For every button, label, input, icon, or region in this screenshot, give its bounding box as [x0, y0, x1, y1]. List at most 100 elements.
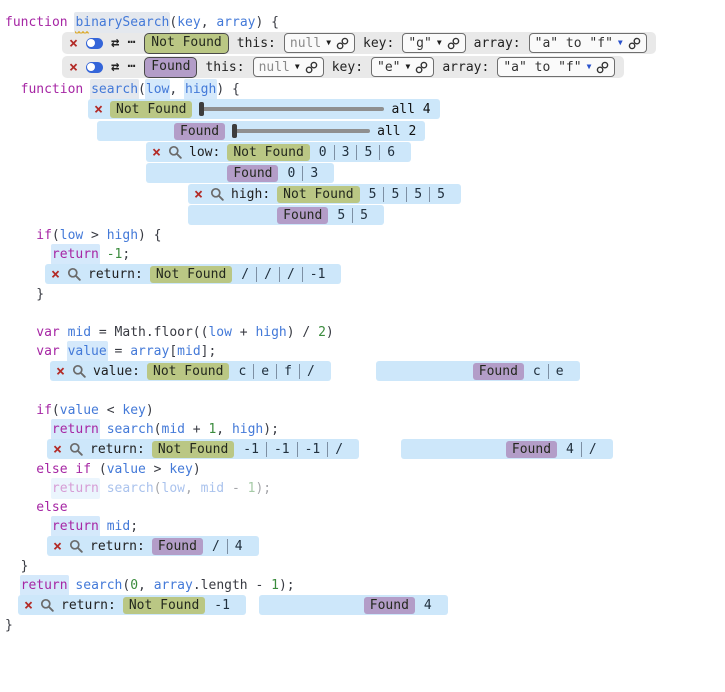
- array-dropdown[interactable]: "a" to "f"▼: [529, 33, 647, 53]
- result-badge-not-found[interactable]: Not Found: [144, 33, 228, 54]
- link-icon[interactable]: [596, 61, 609, 74]
- magnifier-icon[interactable]: [168, 145, 182, 159]
- probe-value: 0: [317, 145, 334, 160]
- iteration-slider[interactable]: [232, 124, 370, 138]
- magnifier-icon[interactable]: [69, 539, 83, 553]
- result-badge-not-found[interactable]: Not Found: [110, 101, 192, 118]
- code-token: [68, 576, 76, 595]
- code-token: mid: [162, 420, 185, 439]
- result-badge-found[interactable]: Found: [506, 441, 557, 458]
- code-token-highlighted[interactable]: return: [51, 478, 100, 499]
- probe-row: × return: Not Found -1: [18, 595, 246, 615]
- swap-arguments-icon[interactable]: ⇄: [111, 36, 119, 50]
- close-icon[interactable]: ×: [53, 539, 62, 553]
- code-line: }: [5, 616, 725, 635]
- close-icon[interactable]: ×: [152, 145, 161, 159]
- probe-value: /: [279, 267, 302, 282]
- probe-value: -1: [212, 598, 237, 613]
- result-badge-found[interactable]: Found: [174, 123, 225, 140]
- result-badge-found[interactable]: Found: [473, 363, 524, 380]
- this-dropdown[interactable]: null▼: [284, 33, 355, 53]
- enable-toggle[interactable]: [86, 38, 103, 49]
- code-token: ): [193, 460, 201, 479]
- probe-widget: ×return:Not Found///-1: [5, 264, 725, 285]
- close-icon[interactable]: ×: [69, 36, 78, 50]
- link-icon[interactable]: [628, 37, 641, 50]
- code-token: <: [99, 401, 122, 420]
- code-token: =: [107, 342, 130, 361]
- code-token: search: [75, 576, 122, 595]
- close-icon[interactable]: ×: [24, 598, 33, 612]
- key-dropdown[interactable]: "g"▼: [402, 33, 465, 53]
- magnifier-icon[interactable]: [69, 442, 83, 456]
- result-badge-found[interactable]: Found: [144, 57, 197, 78]
- close-icon[interactable]: ×: [194, 187, 203, 201]
- dropdown-value: null: [290, 36, 321, 51]
- code-token-highlighted[interactable]: return: [51, 244, 100, 265]
- code-token-highlighted[interactable]: return: [20, 575, 69, 596]
- more-options-icon[interactable]: ⋯: [127, 36, 136, 50]
- dropdown-value: "a" to "f": [503, 60, 581, 75]
- code-token-highlighted[interactable]: binarySearch: [74, 12, 170, 33]
- code-token: else: [36, 460, 67, 479]
- result-badge-not-found[interactable]: Not Found: [152, 441, 234, 458]
- slider-handle[interactable]: [199, 102, 204, 116]
- close-icon[interactable]: ×: [94, 102, 103, 116]
- link-icon[interactable]: [415, 61, 428, 74]
- code-token: value: [107, 460, 146, 479]
- magnifier-icon[interactable]: [210, 187, 224, 201]
- code-token-highlighted[interactable]: search: [90, 79, 139, 100]
- code-line: return mid;: [5, 517, 725, 536]
- code-token: 1: [271, 576, 279, 595]
- code-token: [68, 460, 76, 479]
- result-badge-not-found[interactable]: Not Found: [147, 363, 229, 380]
- result-badge-not-found[interactable]: Not Found: [227, 144, 309, 161]
- this-dropdown[interactable]: null▼: [253, 57, 324, 77]
- result-badge-found[interactable]: Found: [227, 165, 278, 182]
- close-icon[interactable]: ×: [56, 364, 65, 378]
- slider-handle[interactable]: [232, 124, 237, 138]
- code-line: function search(low, high) {: [5, 80, 725, 99]
- close-icon[interactable]: ×: [53, 442, 62, 456]
- code-token: 2: [318, 323, 326, 342]
- array-dropdown[interactable]: "a" to "f" ▼: [497, 57, 615, 77]
- code-line: if(value < key): [5, 401, 725, 420]
- more-options-icon[interactable]: ⋯: [127, 60, 136, 74]
- code-line: }: [5, 285, 725, 304]
- code-token-highlighted[interactable]: low: [145, 79, 170, 100]
- result-badge-not-found[interactable]: Not Found: [150, 266, 232, 283]
- probe-label: return:: [61, 598, 116, 613]
- result-badge-found[interactable]: Found: [277, 207, 328, 224]
- enable-toggle[interactable]: [86, 62, 103, 73]
- link-icon[interactable]: [447, 37, 460, 50]
- swap-arguments-icon[interactable]: ⇄: [111, 60, 119, 74]
- magnifier-icon[interactable]: [40, 598, 54, 612]
- code-token: mid: [107, 517, 130, 536]
- value-list: cef/: [236, 364, 321, 379]
- code-token-highlighted[interactable]: high: [184, 79, 217, 100]
- iteration-slider[interactable]: [199, 102, 384, 116]
- code-token-highlighted[interactable]: value: [67, 341, 108, 362]
- code-token-highlighted[interactable]: return: [51, 419, 100, 440]
- code-token: }: [21, 557, 29, 576]
- result-badge-not-found[interactable]: Not Found: [277, 186, 359, 203]
- code-token: ) {: [216, 80, 239, 99]
- magnifier-icon[interactable]: [72, 364, 86, 378]
- code-token: if: [36, 401, 52, 420]
- chevron-down-icon: ▼: [587, 62, 592, 72]
- call-config-widget: ×⇄⋯Foundthis:null▼key:"e"▼array:"a" to "…: [5, 56, 725, 80]
- link-icon[interactable]: [305, 61, 318, 74]
- value-list: ce: [531, 364, 571, 379]
- field-label-array: array:: [442, 60, 489, 75]
- result-badge-not-found[interactable]: Not Found: [123, 597, 205, 614]
- code-token-highlighted[interactable]: return: [51, 516, 100, 537]
- result-badge-found[interactable]: Found: [364, 597, 415, 614]
- key-dropdown[interactable]: "e"▼: [371, 57, 434, 77]
- magnifier-icon[interactable]: [67, 267, 81, 281]
- probe-value: 5: [367, 187, 384, 202]
- chevron-down-icon: ▼: [437, 38, 442, 48]
- result-badge-found[interactable]: Found: [152, 538, 203, 555]
- link-icon[interactable]: [336, 37, 349, 50]
- close-icon[interactable]: ×: [51, 267, 60, 281]
- close-icon[interactable]: ×: [69, 60, 78, 74]
